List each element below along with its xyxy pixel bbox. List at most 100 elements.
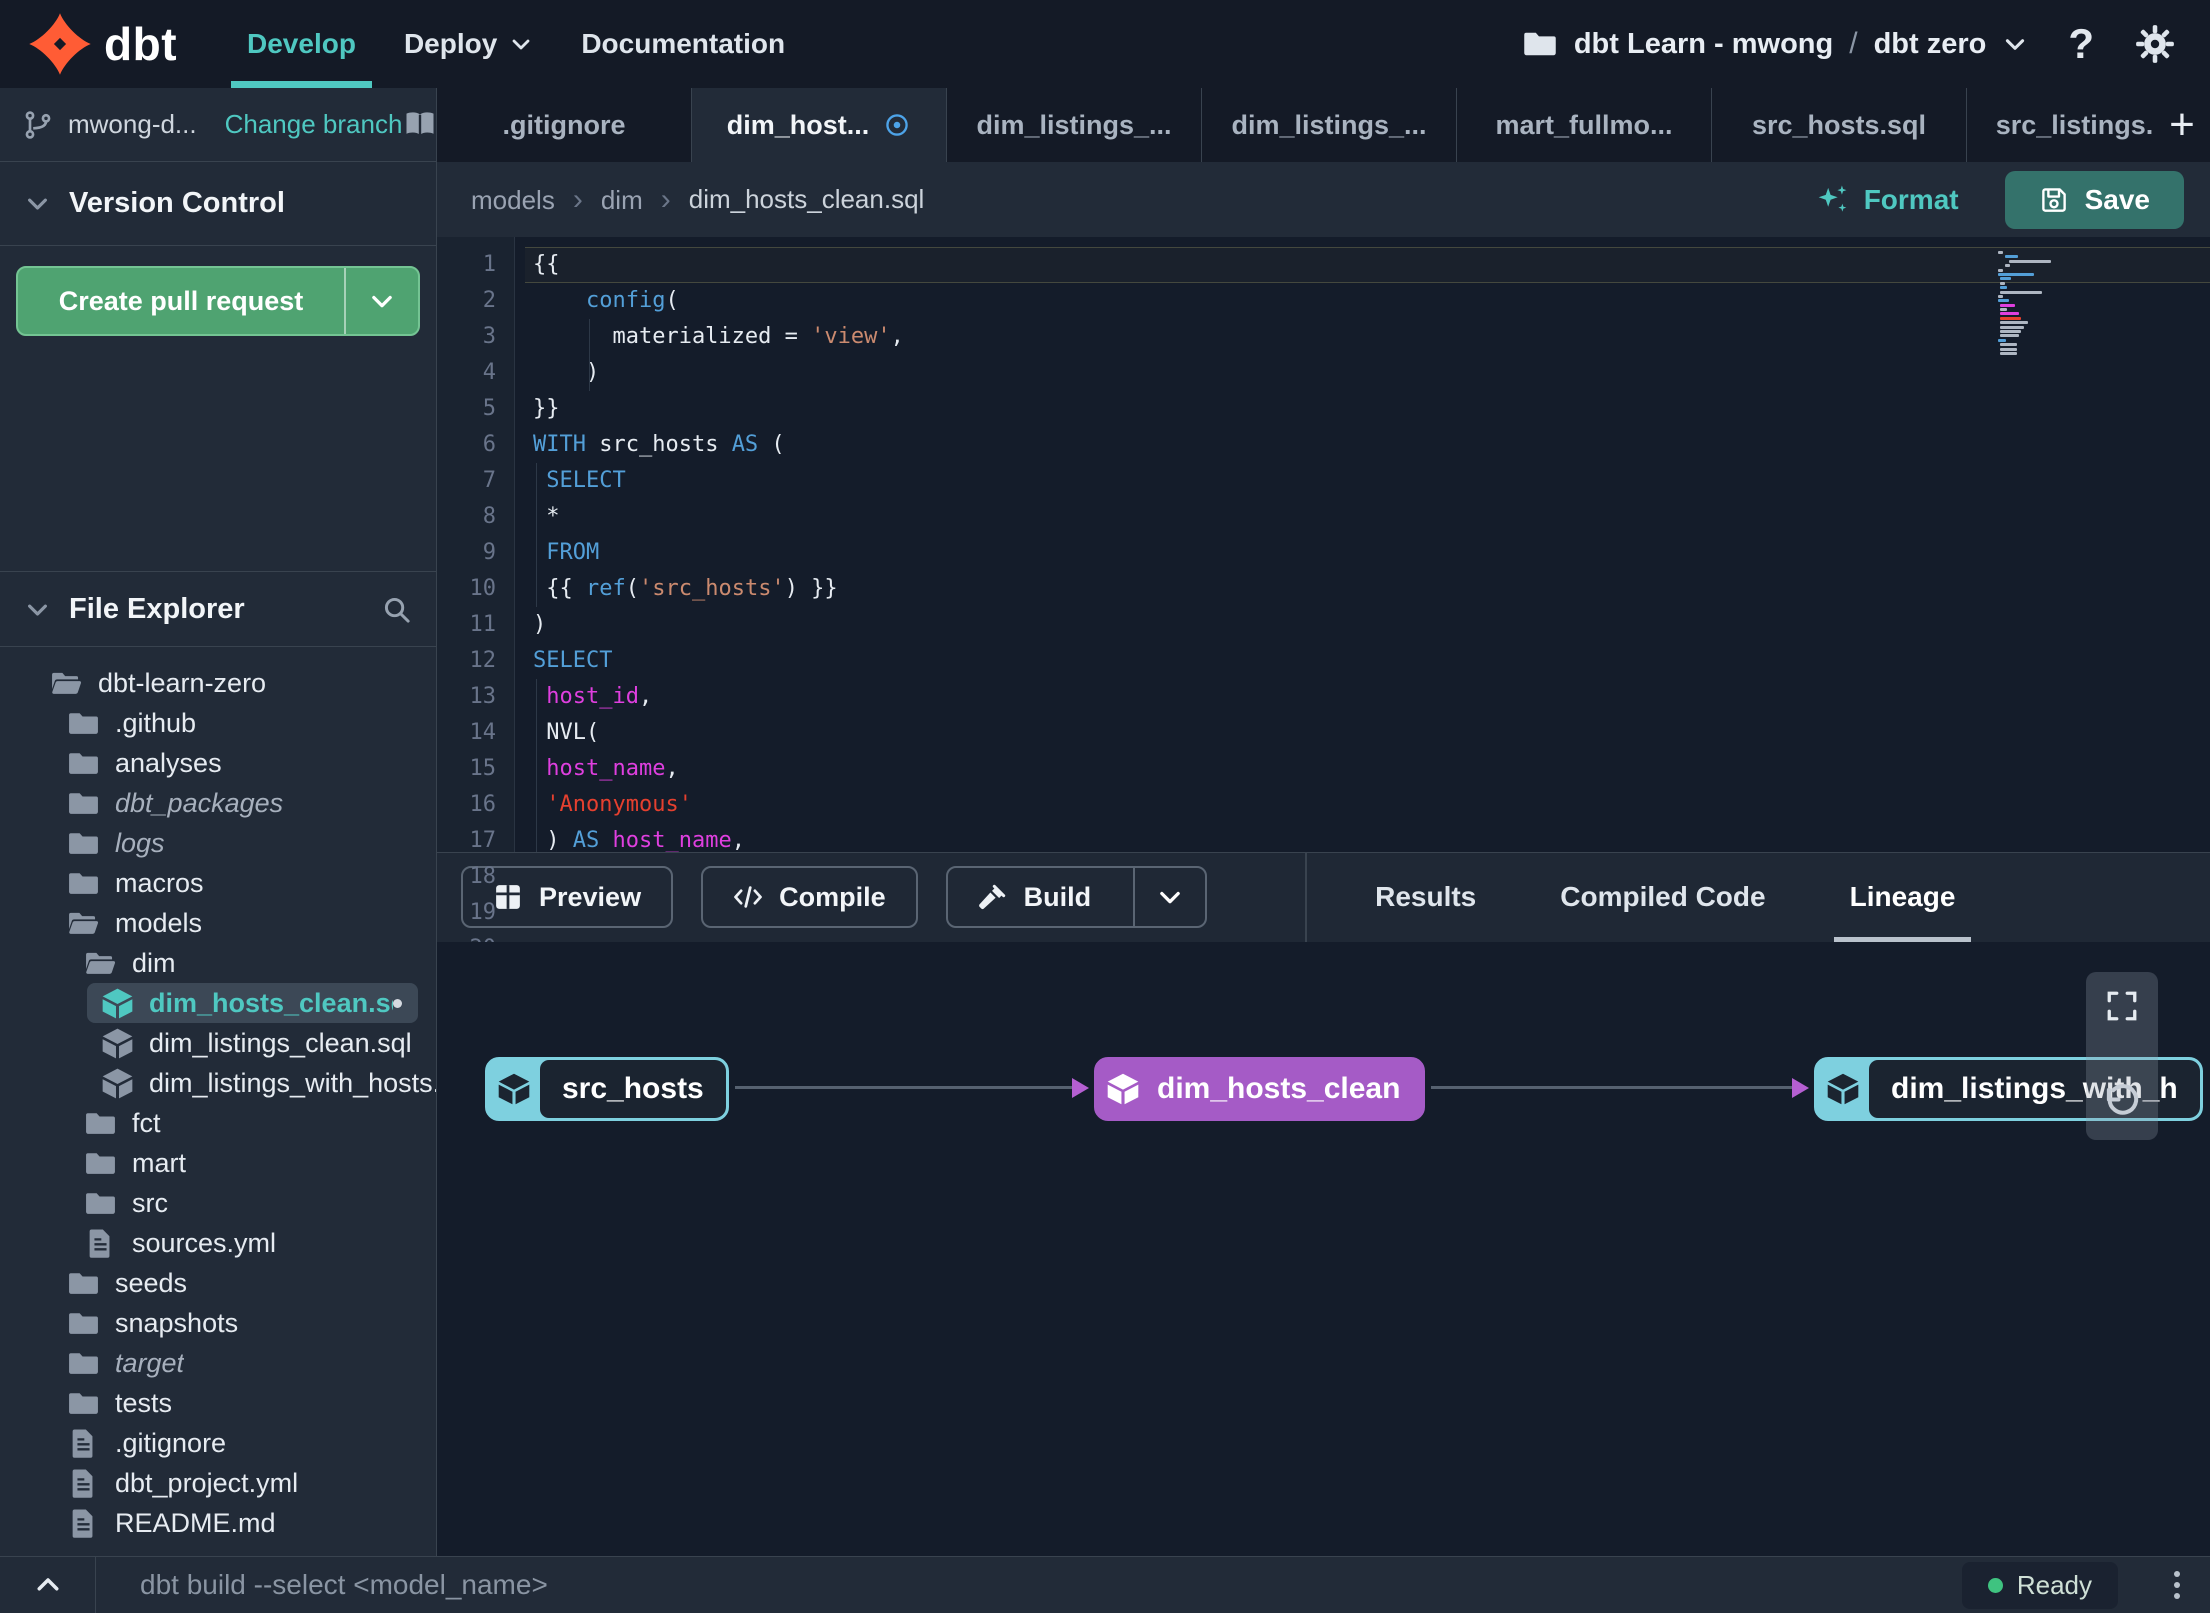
tree-item-dim-hosts-clean-sql[interactable]: dim_hosts_clean.sql (0, 983, 436, 1023)
line-number: 5 (482, 396, 496, 421)
indent-guide (536, 751, 537, 787)
new-tab-button[interactable]: + (2154, 88, 2210, 162)
tree-item-macros[interactable]: macros (0, 863, 436, 903)
code-line[interactable]: host_name, (525, 751, 2210, 787)
tab-label: mart_fullmo... (1495, 109, 1673, 140)
folder-open-icon (67, 907, 100, 940)
tree-item-label: target (115, 1347, 185, 1378)
second-row: mwong-d... Change branch .gitignore dim_h… (0, 88, 2210, 162)
code-line[interactable]: materialized = 'view', (525, 319, 2210, 355)
console-toggle-button[interactable] (0, 1557, 96, 1613)
tree-item-dim[interactable]: dim (0, 943, 436, 983)
tab-dim-listings[interactable]: dim_listings_... (1202, 88, 1457, 162)
editor-column: modelsdimdim_hosts_clean.sql Format Save… (437, 162, 2210, 1556)
chevron-down-icon (509, 32, 533, 56)
lineage-node-src-hosts[interactable]: src_hosts (485, 1056, 729, 1121)
pull-request-options-button[interactable] (344, 268, 418, 334)
code-line[interactable]: host_id, (525, 679, 2210, 715)
save-button[interactable]: Save (2004, 170, 2184, 229)
tree-item-target[interactable]: target (0, 1343, 436, 1383)
code-line[interactable]: WITH src_hosts AS ( (525, 427, 2210, 463)
nav-documentation[interactable]: Documentation (563, 0, 803, 88)
code-line[interactable]: config( (525, 283, 2210, 319)
save-icon (2039, 185, 2069, 215)
panel-tab-compiled-code[interactable]: Compiled Code (1518, 853, 1807, 942)
settings-gear-icon[interactable] (2134, 23, 2176, 65)
main-area: Version Control Create pull request File… (0, 162, 2210, 1556)
code-line[interactable]: SELECT (525, 463, 2210, 499)
tab-mart-fullmo[interactable]: mart_fullmo... (1457, 88, 1712, 162)
code-line[interactable]: {{ (525, 247, 2210, 283)
branch-widget: mwong-d... Change branch (0, 88, 437, 162)
minimap-line (1999, 312, 2019, 316)
code-editor[interactable]: 123456789101112131415161718192021222324 … (437, 237, 2210, 1105)
nav-develop[interactable]: Develop (229, 0, 374, 88)
code-line[interactable]: {{ ref('src_hosts') }} (525, 571, 2210, 607)
tree-item-dim-listings-with-hosts[interactable]: dim_listings_with_hosts... (0, 1063, 436, 1103)
tree-item-dbt-project-yml[interactable]: dbt_project.yml (0, 1463, 436, 1503)
dbt-home-link[interactable]: dbt (28, 0, 177, 88)
tree-item-tests[interactable]: tests (0, 1383, 436, 1423)
top-navbar: dbt Develop Deploy Documentation dbt Learn… (0, 0, 2210, 88)
model-cube-icon (1097, 1072, 1149, 1106)
code-line[interactable]: 'Anonymous' (525, 787, 2210, 823)
code-line[interactable]: * (525, 499, 2210, 535)
book-icon[interactable] (402, 107, 438, 143)
chevron-up-icon (33, 1570, 63, 1600)
code-line[interactable]: NVL( (525, 715, 2210, 751)
tree-item-logs[interactable]: logs (0, 823, 436, 863)
tree-item-readme-md[interactable]: README.md (0, 1503, 436, 1543)
code-line[interactable]: ) (525, 607, 2210, 643)
tree-item-github[interactable]: .github (0, 703, 436, 743)
tree-item-inner: dbt-learn-zero (50, 667, 436, 700)
code-line[interactable]: SELECT (525, 643, 2210, 679)
tree-item-fct[interactable]: fct (0, 1103, 436, 1143)
tree-item-label: src (132, 1187, 168, 1218)
invocation-bar: Preview Compile Build Results Compiled Code… (437, 851, 2210, 942)
code-line[interactable]: ) (525, 355, 2210, 391)
tree-item-analyses[interactable]: analyses (0, 743, 436, 783)
command-input[interactable]: dbt build --select <model_name> (140, 1569, 1962, 1601)
tree-item-dbt-packages[interactable]: dbt_packages (0, 783, 436, 823)
kebab-menu[interactable] (2174, 1571, 2180, 1599)
tree-item-mart[interactable]: mart (0, 1143, 436, 1183)
panel-tab-results[interactable]: Results (1333, 853, 1518, 942)
build-options-button[interactable] (1133, 868, 1205, 926)
code-line[interactable]: FROM (525, 535, 2210, 571)
tree-item-dim-listings-clean-sql[interactable]: dim_listings_clean.sql (0, 1023, 436, 1063)
tree-item-gitignore[interactable]: .gitignore (0, 1423, 436, 1463)
format-button[interactable]: Format (1816, 183, 1959, 217)
lineage-node-dim-hosts-clean[interactable]: dim_hosts_clean (1094, 1056, 1426, 1121)
folder-icon (84, 1147, 117, 1180)
project-picker[interactable]: dbt Learn - mwong / dbt zero (1522, 26, 2029, 62)
nav-deploy[interactable]: Deploy (386, 0, 551, 88)
tab-gitignore[interactable]: .gitignore (437, 88, 692, 162)
build-button[interactable]: Build (945, 866, 1208, 928)
tab-dim-listings[interactable]: dim_listings_... (947, 88, 1202, 162)
refresh-icon[interactable] (2101, 1082, 2143, 1124)
panel-tab-lineage[interactable]: Lineage (1808, 853, 1998, 942)
indent-guide (589, 319, 590, 355)
button-label: Build (1023, 881, 1092, 912)
file-explorer-header[interactable]: File Explorer (0, 572, 436, 647)
minimap-line (1998, 338, 2006, 342)
search-icon[interactable] (381, 594, 412, 625)
version-control-header[interactable]: Version Control (0, 162, 436, 246)
tree-item-seeds[interactable]: seeds (0, 1263, 436, 1303)
tree-item-sources-yml[interactable]: sources.yml (0, 1223, 436, 1263)
help-button[interactable]: ? (2068, 20, 2094, 68)
code-line[interactable]: ) AS host_name, (525, 823, 2210, 852)
tab-dim-host[interactable]: dim_host... (692, 88, 947, 162)
fullscreen-icon[interactable] (2104, 988, 2140, 1024)
tree-item-models[interactable]: models (0, 903, 436, 943)
tab-src-hosts-sql[interactable]: src_hosts.sql (1712, 88, 1967, 162)
change-branch-link[interactable]: Change branch (225, 109, 403, 140)
compile-button[interactable]: Compile (701, 866, 918, 928)
create-pull-request-action[interactable]: Create pull request (18, 268, 344, 334)
tree-item-dbt-learn-zero[interactable]: dbt-learn-zero (0, 663, 436, 703)
code-line[interactable]: }} (525, 391, 2210, 427)
indent-guide (536, 499, 537, 535)
tree-item-snapshots[interactable]: snapshots (0, 1303, 436, 1343)
tree-item-src[interactable]: src (0, 1183, 436, 1223)
file-icon (67, 1507, 100, 1540)
